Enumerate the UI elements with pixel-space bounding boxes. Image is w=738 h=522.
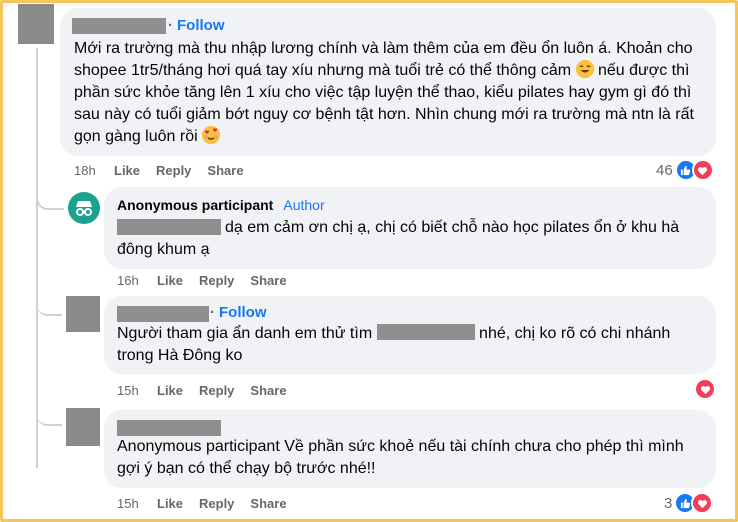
- like-button[interactable]: Like: [114, 163, 140, 178]
- love-face-emoji: [202, 126, 221, 144]
- love-reaction-icon: [694, 378, 716, 400]
- share-button[interactable]: Share: [250, 496, 286, 511]
- avatar[interactable]: [66, 296, 100, 332]
- share-button[interactable]: Share: [250, 273, 286, 288]
- separator-dot: ·: [168, 17, 173, 34]
- thread-line: [36, 48, 38, 468]
- share-button[interactable]: Share: [250, 383, 286, 398]
- reaction-summary[interactable]: 46: [656, 159, 714, 181]
- comment-body: Người tham gia ẩn danh em thử tìm: [117, 325, 373, 342]
- reply-button[interactable]: Reply: [156, 163, 191, 178]
- reaction-count: 46: [656, 161, 673, 179]
- author-row: Anonymous participant Author: [117, 197, 325, 213]
- reply-button[interactable]: Reply: [199, 383, 234, 398]
- smile-emoji: [575, 60, 594, 78]
- comment-actions: 18h Like Reply Share: [74, 163, 260, 178]
- comment-text: Mới ra trường mà thu nhập lương chính và…: [74, 38, 710, 148]
- comment-actions: 16h Like Reply Share: [117, 273, 303, 288]
- reaction-summary[interactable]: [694, 378, 716, 400]
- timestamp[interactable]: 15h: [117, 383, 157, 398]
- comment-text: dạ em cảm ơn chị ạ, chị có biết chỗ nào …: [117, 219, 680, 258]
- comment-text: Anonymous participant Về phần sức khoẻ n…: [117, 438, 684, 477]
- reply-button[interactable]: Reply: [199, 496, 234, 511]
- redacted-author-name: [117, 306, 209, 322]
- author-name[interactable]: Anonymous participant: [117, 197, 273, 213]
- comment-text: Người tham gia ẩn danh em thử tìm nhé, c…: [117, 323, 707, 367]
- reaction-count: 3: [664, 494, 673, 512]
- redacted-place-name: [376, 324, 475, 340]
- comment-actions: 15h Like Reply Share: [117, 496, 303, 511]
- like-button[interactable]: Like: [157, 383, 183, 398]
- comment-actions: 15h Like Reply Share: [117, 383, 303, 398]
- incognito-icon: [76, 201, 92, 216]
- avatar[interactable]: [66, 408, 100, 446]
- redacted-author-name: [117, 420, 221, 436]
- thread-connector: [36, 300, 62, 316]
- share-button[interactable]: Share: [207, 163, 243, 178]
- separator-dot: ·: [210, 304, 215, 321]
- love-reaction-icon: [691, 159, 714, 181]
- author-badge: Author: [283, 197, 325, 213]
- avatar[interactable]: [68, 192, 100, 224]
- redacted-author-name: [72, 18, 166, 34]
- reaction-summary[interactable]: 3: [664, 492, 714, 514]
- avatar[interactable]: [18, 4, 54, 44]
- love-reaction-icon: [691, 492, 714, 514]
- reply-button[interactable]: Reply: [199, 273, 234, 288]
- follow-label: Follow: [177, 17, 225, 34]
- follow-link[interactable]: · Follow: [168, 17, 225, 34]
- like-button[interactable]: Like: [157, 496, 183, 511]
- like-button[interactable]: Like: [157, 273, 183, 288]
- timestamp[interactable]: 18h: [74, 163, 114, 178]
- thread-connector: [36, 186, 64, 210]
- thread-connector: [36, 410, 62, 426]
- follow-label: Follow: [219, 304, 267, 321]
- timestamp[interactable]: 16h: [117, 273, 157, 288]
- timestamp[interactable]: 15h: [117, 496, 157, 511]
- follow-link[interactable]: · Follow: [210, 304, 267, 321]
